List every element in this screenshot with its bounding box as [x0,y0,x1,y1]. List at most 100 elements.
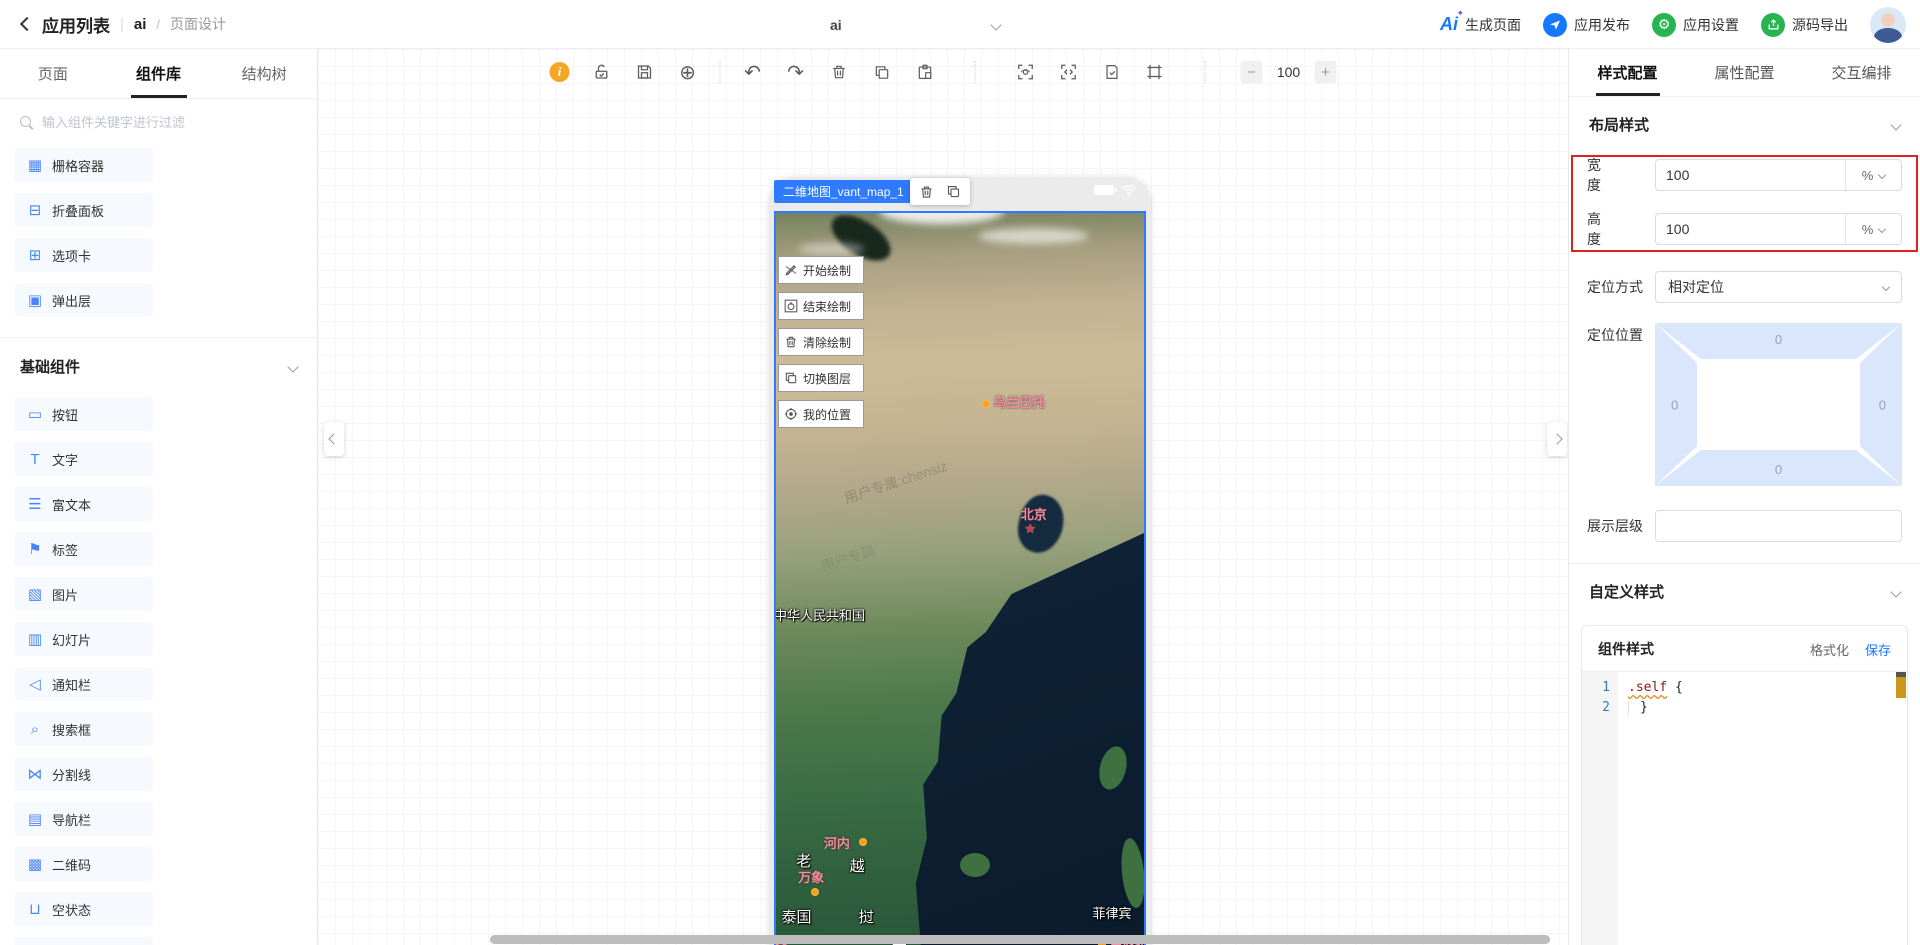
map-label-ulaanbaatar: 乌兰巴托 [993,392,1045,411]
search-box-chip[interactable]: ⌕ 搜索框 [14,712,153,746]
toolbar-divider [720,61,721,83]
qrcode-icon: ▩ [27,857,43,872]
slideshow-chip[interactable]: ▥ 幻灯片 [14,622,153,656]
map-2d-chip[interactable]: ⚐ 二维地图 [14,937,153,945]
app-settings-button[interactable]: ⚙ 应用设置 [1652,13,1739,37]
image-label: 图片 [52,585,78,604]
css-code-editor[interactable]: 1 2 .self { } [1582,671,1907,945]
offset-right-value[interactable]: 0 [1879,397,1886,412]
component-style-title: 组件样式 [1598,639,1654,659]
publish-label: 应用发布 [1574,15,1630,35]
tab-structure-tree[interactable]: 结构树 [211,49,317,98]
collapse-panel-chip[interactable]: ⊟ 折叠面板 [14,193,153,227]
delete-icon[interactable] [828,61,850,83]
position-offset-box[interactable]: 0 0 0 0 [1655,323,1902,486]
code-area[interactable]: .self { } [1618,672,1907,945]
image-chip[interactable]: ▧ 图片 [14,577,153,611]
format-button[interactable]: 格式化 [1810,640,1849,659]
save-icon[interactable] [634,61,656,83]
publish-button[interactable]: 应用发布 [1543,13,1630,37]
basic-components-section-header[interactable]: 基础组件 [0,337,317,389]
offset-bottom-value[interactable]: 0 [1775,462,1782,477]
zoom-out-button[interactable]: − [1241,61,1263,83]
width-input[interactable] [1656,167,1845,183]
editor-scrollbar[interactable] [1896,672,1906,677]
redo-icon[interactable]: ↷ [785,61,807,83]
switch-layer-button[interactable]: 切换图层 [778,364,864,392]
tabs-card-label: 选项卡 [52,246,91,265]
export-source-button[interactable]: 源码导出 [1761,13,1848,37]
collapse-right-panel-button[interactable] [1547,422,1567,456]
popup-layer-chip[interactable]: ▣ 弹出层 [14,283,153,317]
map-component[interactable]: 用户专属:chensiz 用户专属 乌兰巴托 北京 ★ 中华人民共和国 河内 老… [774,211,1146,945]
qrcode-chip[interactable]: ▩ 二维码 [14,847,153,881]
export-source-label: 源码导出 [1792,15,1848,35]
layout-style-section-header[interactable]: 布局样式 [1569,97,1920,148]
delete-component-icon[interactable] [919,184,934,200]
save-style-button[interactable]: 保存 [1865,640,1891,659]
map-pin[interactable] [982,400,990,408]
left-panel-tabs: 页面 组件库 结构树 [0,49,317,99]
button-chip[interactable]: ▭ 按钮 [14,397,153,431]
copy-icon[interactable] [871,61,893,83]
tag-chip[interactable]: ⚑ 标签 [14,532,153,566]
design-canvas[interactable]: i ⊕ ↶ ↷ − [318,49,1568,945]
notice-bar-chip[interactable]: ◁ 通知栏 [14,667,153,701]
height-input[interactable] [1656,221,1845,237]
text-icon: T [27,452,43,467]
offset-left-value[interactable]: 0 [1671,397,1678,412]
gear-icon: ⚙ [1652,13,1676,37]
divider-icon: ⋈ [27,767,43,782]
tab-property-config[interactable]: 属性配置 [1686,49,1803,96]
component-search-input[interactable] [42,115,297,130]
page-selector[interactable]: ai [830,0,1000,49]
text-chip[interactable]: T 文字 [14,442,153,476]
position-mode-select[interactable]: 相对定位 [1655,271,1902,303]
beijing-star-icon: ★ [1024,521,1036,537]
frame-icon[interactable] [1144,61,1166,83]
tab-style-config[interactable]: 样式配置 [1569,49,1686,96]
tabs-card-chip[interactable]: ⊞ 选项卡 [14,238,153,272]
button-icon: ▭ [27,407,43,422]
canvas-horizontal-scrollbar[interactable] [490,935,1550,944]
position-mode-label: 定位方式 [1587,277,1655,297]
map-pin[interactable] [859,838,867,846]
collapse-left-panel-button[interactable] [324,422,344,456]
unlock-icon[interactable] [591,61,613,83]
code-view-icon[interactable] [1058,61,1080,83]
rich-text-chip[interactable]: ☰ 富文本 [14,487,153,521]
navbar-chip[interactable]: ▤ 导航栏 [14,802,153,836]
back-icon[interactable] [22,19,32,29]
start-draw-button[interactable]: 开始绘制 [778,256,864,284]
end-draw-button[interactable]: 结束绘制 [778,292,864,320]
app-header: 应用列表 | ai / 页面设计 ai Ai✦ 生成页面 应用发布 ⚙ 应用设置… [0,0,1920,49]
chevron-down-icon [990,19,1001,30]
zoom-in-button[interactable]: + [1315,61,1337,83]
grid-container-chip[interactable]: ▦ 栅格容器 [14,148,153,182]
width-unit-select[interactable]: % [1845,160,1901,190]
user-avatar[interactable] [1870,7,1906,43]
empty-state-label: 空状态 [52,900,91,919]
tab-interaction[interactable]: 交互编排 [1803,49,1920,96]
info-icon[interactable]: i [550,62,570,82]
back-label[interactable]: 应用列表 [42,12,110,37]
empty-state-chip[interactable]: ⊔ 空状态 [14,892,153,926]
duplicate-component-icon[interactable] [946,184,961,199]
z-index-input[interactable] [1656,518,1901,534]
page-check-icon[interactable] [1101,61,1123,83]
divider-chip[interactable]: ⋈ 分割线 [14,757,153,791]
custom-style-section-header[interactable]: 自定义样式 [1569,563,1920,615]
generate-page-button[interactable]: Ai✦ 生成页面 [1440,14,1521,35]
undo-icon[interactable]: ↶ [742,61,764,83]
paste-icon[interactable] [914,61,936,83]
offset-top-value[interactable]: 0 [1775,332,1782,347]
clear-draw-button[interactable]: 清除绘制 [778,328,864,356]
tab-component-library[interactable]: 组件库 [106,49,212,98]
selected-component-label[interactable]: 二维地图_vant_map_1 [774,180,913,203]
chevron-down-icon [1890,119,1901,130]
height-unit-select[interactable]: % [1845,214,1901,244]
target-icon[interactable]: ⊕ [677,61,699,83]
preview-focus-icon[interactable] [1015,61,1037,83]
my-location-button[interactable]: 我的位置 [778,400,864,428]
tab-pages[interactable]: 页面 [0,49,106,98]
